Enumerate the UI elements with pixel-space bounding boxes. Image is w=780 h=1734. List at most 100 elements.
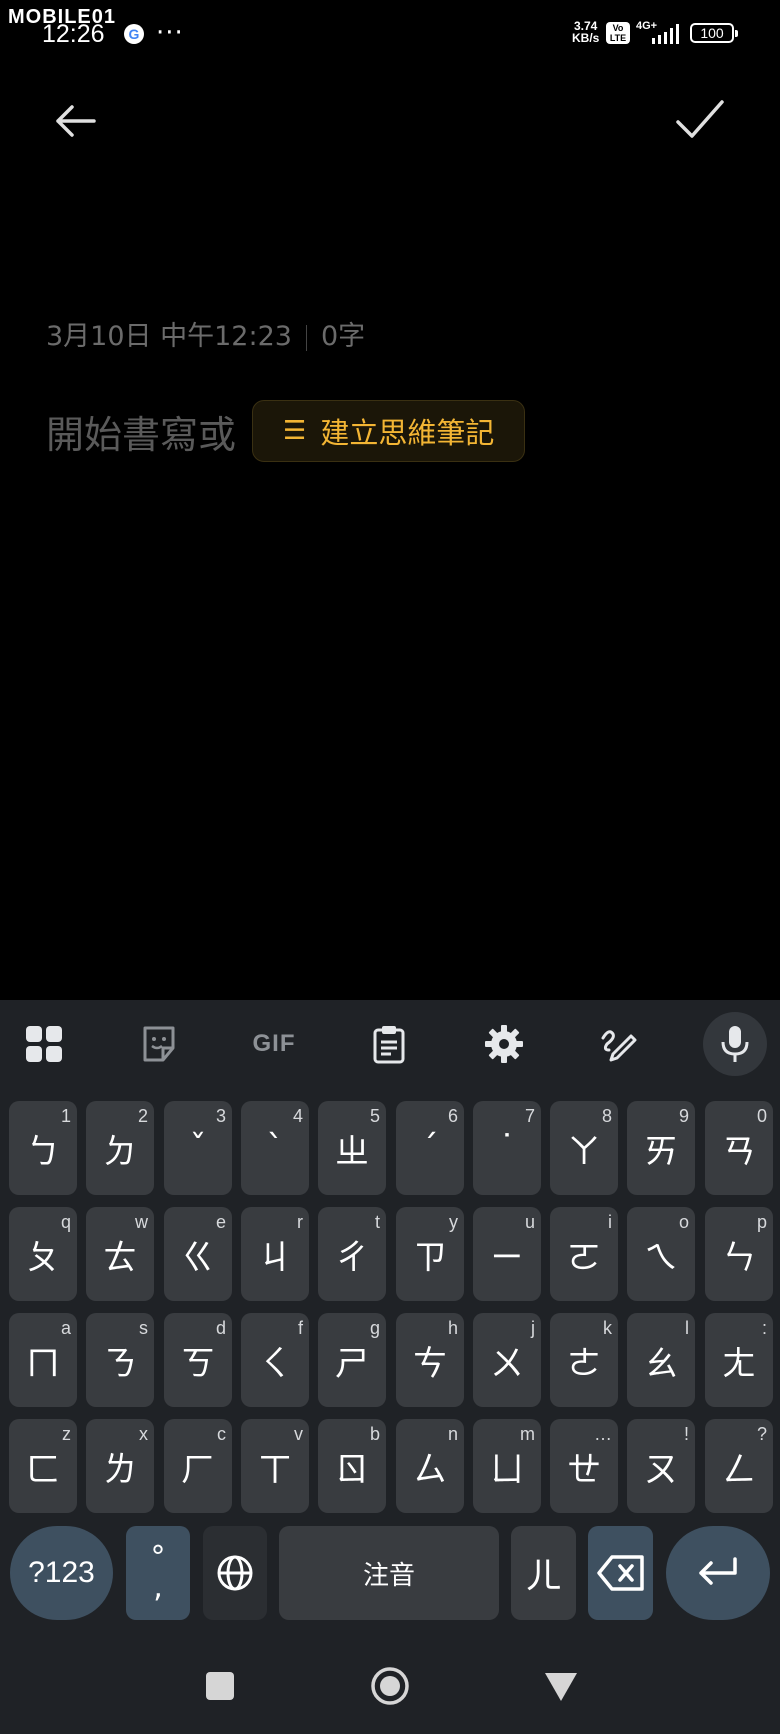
key-char: ˇ [189,1128,207,1168]
voice-input-button[interactable] [703,1012,767,1076]
enter-key[interactable] [666,1526,770,1620]
key-char: ㄐ [258,1237,292,1278]
key-row2-3[interactable]: rㄐ [241,1207,309,1301]
space-key[interactable]: 注音 [279,1526,499,1620]
key-row3-3[interactable]: fㄑ [241,1313,309,1407]
key-row3-2[interactable]: dㄎ [164,1313,232,1407]
key-char: ㄥ [722,1449,756,1490]
key-row3-4[interactable]: gㄕ [318,1313,386,1407]
key-row3-1[interactable]: sㄋ [86,1313,154,1407]
key-row1-2[interactable]: 3ˇ [164,1101,232,1195]
recents-button[interactable] [206,1672,234,1700]
key-row2-2[interactable]: eㄍ [164,1207,232,1301]
key-hint: j [531,1318,535,1338]
key-row1-9[interactable]: 0ㄢ [705,1101,773,1195]
punctuation-key-top: ° [150,1540,166,1575]
editor-prompt[interactable]: 開始書寫或 ☰ 建立思維筆記 [46,400,526,462]
key-row1-7[interactable]: 8ㄚ [550,1101,618,1195]
key-row3-5[interactable]: hㄘ [396,1313,464,1407]
key-row1-6[interactable]: 7 ˙ [473,1101,541,1195]
key-char: ㄇ [26,1343,60,1384]
back-nav-button[interactable] [544,1672,578,1702]
key-row4-6[interactable]: mㄩ [473,1419,541,1513]
handwriting-button[interactable] [587,1012,651,1076]
key-row4-4[interactable]: bㄖ [318,1419,386,1513]
key-hint: c [217,1424,226,1444]
keyboard-toolbar: GIF [0,1000,780,1086]
backspace-key[interactable] [588,1526,653,1620]
key-char: ㄌ [103,1449,137,1490]
key-char: ㄞ [644,1131,678,1172]
clipboard-button[interactable] [357,1012,421,1076]
key-row4-9[interactable]: ? ㄥ [705,1419,773,1513]
key-row4-3[interactable]: vㄒ [241,1419,309,1513]
key-row2-4[interactable]: tㄔ [318,1207,386,1301]
gif-label: GIF [252,1030,296,1057]
key-char: ㄎ [181,1343,215,1384]
key-row1-0[interactable]: 1ㄅ [9,1101,77,1195]
key-row2-6[interactable]: uㄧ [473,1207,541,1301]
key-hint: 8 [601,1106,612,1126]
key-char: ㄍ [181,1237,215,1278]
key-hint: 3 [215,1106,226,1126]
key-row4-8[interactable]: ! ㄡ [627,1419,695,1513]
key-row4-5[interactable]: nㄙ [396,1419,464,1513]
create-mindmap-button[interactable]: ☰ 建立思維筆記 [252,400,526,462]
key-char: ㄟ [644,1237,678,1278]
key-hint: m [520,1424,535,1444]
key-char: ㄡ [644,1449,678,1490]
create-mindmap-label: 建立思維筆記 [320,416,495,450]
symbols-key[interactable]: ?123 [10,1526,113,1620]
key-row1-4[interactable]: 5ㄓ [318,1101,386,1195]
key-hint: f [297,1318,303,1338]
gif-button[interactable]: GIF [242,1012,306,1076]
key-row2-9[interactable]: pㄣ [705,1207,773,1301]
key-hint: 6 [447,1106,458,1126]
key-row4-2[interactable]: cㄏ [164,1419,232,1513]
key-row2-0[interactable]: qㄆ [9,1207,77,1301]
key-hint: i [608,1212,612,1232]
sticker-button[interactable] [127,1012,191,1076]
key-hint: d [215,1318,226,1338]
key-row1-5[interactable]: 6ˊ [396,1101,464,1195]
apps-grid-button[interactable] [12,1012,76,1076]
key-char: ㄉ [103,1131,137,1172]
key-row2-8[interactable]: oㄟ [627,1207,695,1301]
key-hint: s [139,1318,148,1338]
key-hint: k [603,1318,612,1338]
er-key-label: ㄦ [525,1556,562,1597]
key-row2-5[interactable]: yㄗ [396,1207,464,1301]
meta-divider [305,324,307,351]
key-hint: b [369,1424,380,1444]
checkmark-icon [676,100,724,138]
settings-button[interactable] [472,1012,536,1076]
key-row1-1[interactable]: 2ㄉ [86,1101,154,1195]
key-char: ㄤ [722,1343,756,1384]
key-row3-6[interactable]: jㄨ [473,1313,541,1407]
key-hint: 5 [369,1106,380,1126]
punctuation-key[interactable]: ° , [126,1526,190,1620]
key-row4-1[interactable]: xㄌ [86,1419,154,1513]
back-button[interactable] [48,96,104,146]
key-row1-8[interactable]: 9ㄞ [627,1101,695,1195]
er-key[interactable]: ㄦ [511,1526,576,1620]
more-notifications-icon: ··· [156,18,184,48]
key-row3-0[interactable]: aㄇ [9,1313,77,1407]
key-row3-8[interactable]: lㄠ [627,1313,695,1407]
key-row4-0[interactable]: zㄈ [9,1419,77,1513]
status-clock: 12:26 [42,20,105,48]
key-row3-9[interactable]: :ㄤ [705,1313,773,1407]
key-hint: a [60,1318,71,1338]
volte-icon: Vo LTE [606,22,630,44]
key-row1-3[interactable]: 4ˋ [241,1101,309,1195]
language-key[interactable] [203,1526,267,1620]
key-hint: q [60,1212,71,1232]
done-button[interactable] [672,96,728,146]
key-row2-7[interactable]: iㄛ [550,1207,618,1301]
key-row3-7[interactable]: kㄜ [550,1313,618,1407]
home-button[interactable] [370,1666,410,1706]
key-row4-7[interactable]: … ㄝ [550,1419,618,1513]
key-row2-1[interactable]: wㄊ [86,1207,154,1301]
google-notification-icon: G [124,24,144,44]
key-hint: x [139,1424,148,1444]
